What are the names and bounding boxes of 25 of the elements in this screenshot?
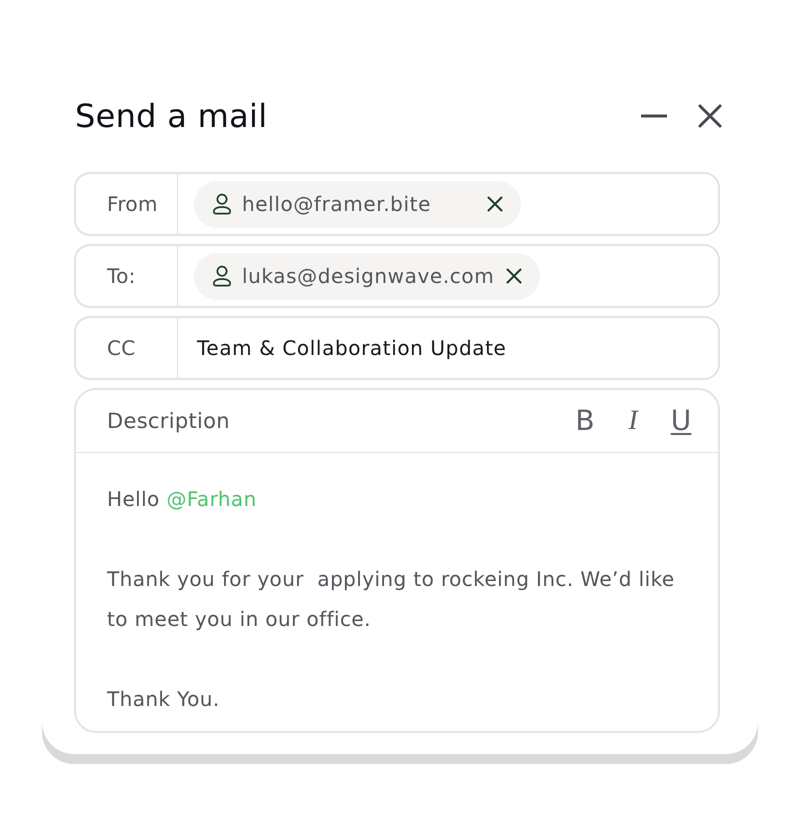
email-address: lukas@designwave.com: [242, 264, 494, 288]
field-label: CC: [107, 336, 136, 360]
close-icon: [698, 104, 722, 128]
close-icon: [506, 268, 522, 284]
underline-button[interactable]: U: [668, 405, 694, 437]
recipient-field[interactable]: From hello@framer.bite: [74, 172, 720, 236]
cc-field[interactable]: CC Team & Collaboration Update: [74, 316, 720, 380]
person-icon: [212, 265, 232, 287]
bold-button[interactable]: B: [572, 405, 598, 437]
italic-button[interactable]: I: [620, 405, 646, 437]
field-label: To:: [107, 264, 136, 288]
cc-input[interactable]: Team & Collaboration Update: [194, 328, 557, 368]
field-label: From: [107, 192, 158, 216]
dialog-title: Send a mail: [75, 96, 268, 137]
greeting-text: Hello @Farhan: [107, 486, 258, 513]
body-paragraph: Thank You.: [107, 686, 221, 713]
email-address: hello@framer.bite: [242, 192, 431, 216]
person-icon: [212, 193, 232, 215]
close-icon: [487, 196, 503, 212]
body-paragraph: Thank you for your applying to rockeing Inc. We’d like to meet you in our office.: [107, 566, 676, 633]
minimize-button[interactable]: [641, 114, 667, 118]
description-label: Description: [107, 409, 230, 433]
close-button[interactable]: [698, 104, 722, 128]
recipient-field[interactable]: To: lukas@designwave.com: [74, 244, 720, 308]
minus-icon: [641, 114, 667, 118]
